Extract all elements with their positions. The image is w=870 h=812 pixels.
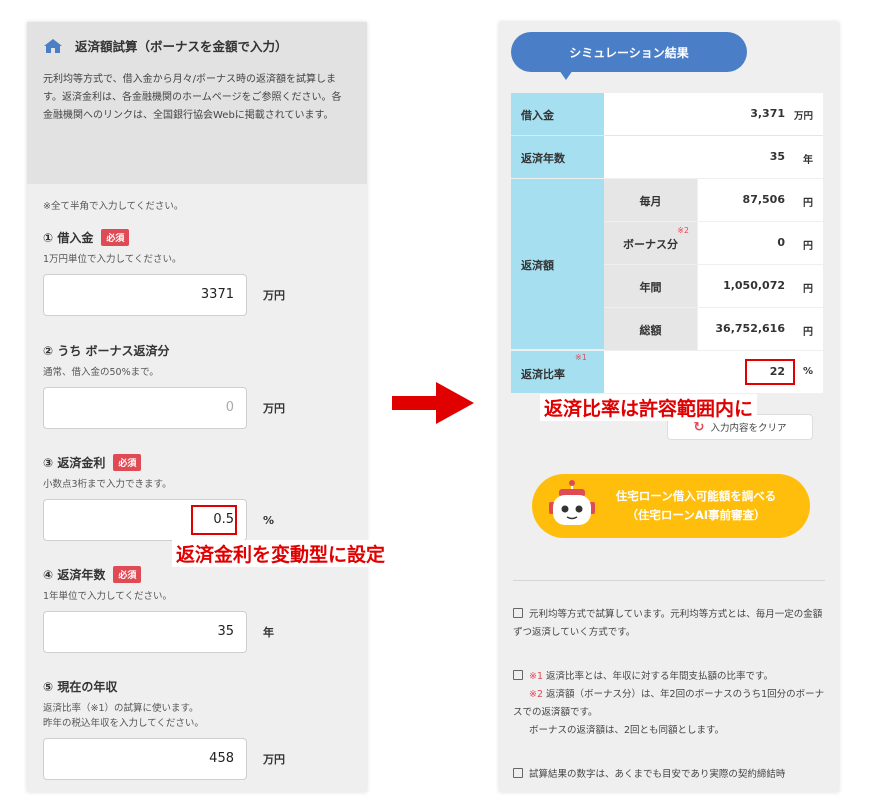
loan-row: 3,371 万円 — [604, 93, 823, 135]
repayment-years-hint: 1年単位で入力してください。 — [43, 591, 172, 602]
total-row: 36,752,616 円 — [698, 308, 823, 350]
years-value: 35 — [769, 150, 785, 163]
loan-amount-label: ① 借入金 — [43, 231, 94, 245]
annual-label: 年間 — [604, 265, 697, 307]
ratio-unit: % — [802, 366, 813, 377]
annual-income-field: ⑤ 現在の年収 返済比率（※1）の試算に使います。 昨年の税込年収を入力してくだ… — [43, 678, 363, 780]
ratio-annotation: 返済比率は許容範囲内に — [540, 394, 758, 421]
interest-rate-hint: 小数点3桁まで入力できます。 — [43, 479, 172, 490]
required-badge: 必須 — [113, 454, 142, 471]
bonus-repayment-input[interactable]: 0 — [43, 387, 247, 429]
calculator-icon — [513, 768, 523, 778]
calculator-form-panel: 返済額試算（ボーナスを金額で入力） 元利均等方式で、借入金から月々/ボーナス時の… — [27, 22, 367, 792]
ratio-highlight-box — [745, 359, 795, 385]
loan-row-label: 借入金 — [511, 93, 604, 135]
bonus-unit: 円 — [803, 241, 813, 252]
bonus-repayment-unit: 万円 — [263, 402, 285, 415]
bonus-repayment-label: ② うち ボーナス返済分 — [43, 344, 170, 358]
form-description: 元利均等方式で、借入金から月々/ボーナス時の返済額を試算します。返済金利は、各金… — [43, 74, 342, 121]
repayment-years-field: ④ 返済年数 必須 1年単位で入力してください。 35 年 — [43, 566, 363, 653]
calculator-icon — [513, 670, 523, 680]
ratio-note: ※1 返済比率とは、年収に対する年間支払額の比率です。 ※2 返済額（ボーナス分… — [513, 670, 825, 736]
ratio-label: 返済比率 — [521, 368, 565, 381]
method-note: 元利均等方式で試算しています。元利均等方式とは、毎月一定の金額ずつ返済していく方… — [513, 608, 823, 638]
loan-amount-unit: 万円 — [263, 289, 285, 302]
monthly-value: 87,506 — [742, 193, 785, 206]
bonus-repayment-hint: 通常、借入金の50%まで。 — [43, 367, 159, 378]
repayment-years-unit: 年 — [263, 626, 274, 639]
loan-amount-input[interactable]: 3371 — [43, 274, 247, 316]
annual-value: 1,050,072 — [723, 279, 785, 292]
ratio-footnote-mark: ※1 — [575, 353, 587, 362]
cta-line1: 住宅ローン借入可能額を調べる — [615, 489, 777, 503]
annual-row: 1,050,072 円 — [698, 265, 823, 307]
loan-value: 3,371 — [750, 107, 785, 120]
annual-income-hint: 返済比率（※1）の試算に使います。 昨年の税込年収を入力してください。 — [43, 703, 204, 729]
total-label: 総額 — [604, 308, 697, 350]
page: 返済額試算（ボーナスを金額で入力） 元利均等方式で、借入金から月々/ボーナス時の… — [0, 0, 870, 812]
arrow-right-icon — [392, 382, 474, 424]
total-value: 36,752,616 — [715, 322, 785, 335]
half-width-note: ※全て半角で入力してください。 — [43, 201, 184, 212]
repayment-label: 返済額 — [511, 179, 604, 349]
years-unit: 年 — [803, 155, 813, 166]
years-row-label: 返済年数 — [511, 136, 604, 178]
refresh-icon: ↻ — [693, 419, 705, 435]
monthly-unit: 円 — [803, 198, 813, 209]
years-row: 35 年 — [604, 136, 823, 178]
disclaimer-note: 試算結果の数字は、あくまでも目安であり実際の契約締結時 — [513, 766, 829, 784]
interest-rate-field: ③ 返済金利 必須 小数点3桁まで入力できます。 0.5 % — [43, 454, 363, 541]
annual-income-label: ⑤ 現在の年収 — [43, 680, 118, 694]
form-header: 返済額試算（ボーナスを金額で入力） 元利均等方式で、借入金から月々/ボーナス時の… — [27, 22, 367, 184]
monthly-row: 87,506 円 — [698, 179, 823, 221]
calculator-icon — [513, 608, 523, 618]
required-badge: 必須 — [113, 566, 142, 583]
home-icon — [44, 38, 62, 53]
monthly-label: 毎月 — [604, 179, 697, 221]
annual-unit: 円 — [803, 284, 813, 295]
form-title: 返済額試算（ボーナスを金額で入力） — [75, 39, 288, 54]
bonus-row: 0 円 — [698, 222, 823, 264]
bonus-footnote-mark: ※2 — [677, 226, 689, 235]
bonus-value: 0 — [777, 236, 785, 249]
annual-income-input[interactable]: 458 — [43, 738, 247, 780]
ratio-row: 22 % — [604, 351, 823, 393]
divider — [513, 580, 825, 581]
required-badge: 必須 — [101, 229, 130, 246]
interest-rate-label: ③ 返済金利 — [43, 456, 106, 470]
interest-rate-unit: % — [263, 513, 275, 527]
loan-amount-hint: 1万円単位で入力してください。 — [43, 254, 182, 265]
bonus-row-label-cell: ボーナス分 ※2 — [604, 222, 697, 264]
loan-amount-field: ① 借入金 必須 1万円単位で入力してください。 3371 万円 — [43, 229, 363, 316]
repayment-years-input[interactable]: 35 — [43, 611, 247, 653]
repayment-years-label: ④ 返済年数 — [43, 568, 106, 582]
ratio-row-label-cell: 返済比率 ※1 — [511, 351, 604, 393]
annual-income-unit: 万円 — [263, 753, 285, 766]
rate-annotation: 返済金利を変動型に設定 — [172, 540, 390, 567]
bonus-label: ボーナス分 — [623, 238, 678, 251]
loan-unit: 万円 — [793, 111, 813, 122]
total-unit: 円 — [803, 327, 813, 338]
bubble-tail — [559, 70, 573, 80]
cta-line2: （住宅ローンAI事前審査） — [626, 508, 766, 522]
clear-input-label: 入力内容をクリア — [710, 423, 787, 434]
result-heading-bubble: シミュレーション結果 — [511, 32, 747, 72]
interest-rate-highlight-box — [191, 505, 237, 535]
robot-mascot-icon — [549, 480, 595, 525]
bonus-repayment-field: ② うち ボーナス返済分 通常、借入金の50%まで。 0 万円 — [43, 342, 363, 429]
